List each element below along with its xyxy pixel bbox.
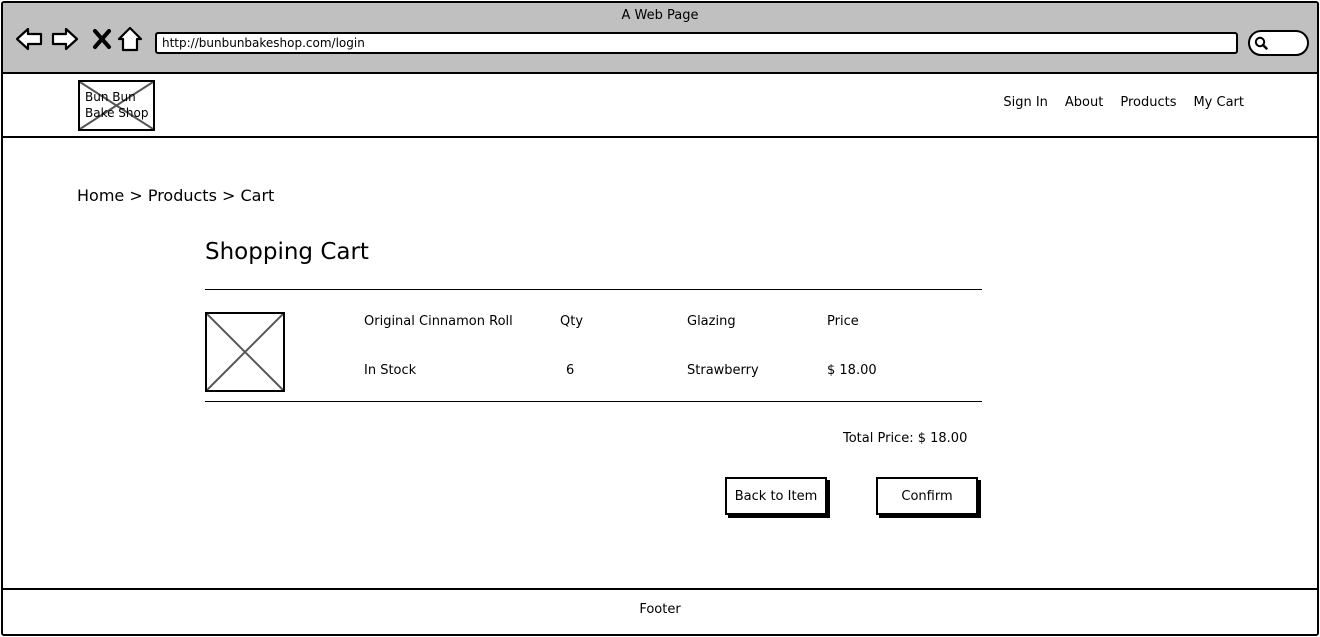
- price-value: $ 18.00: [827, 363, 877, 378]
- site-header: Bun Bun Bake Shop Sign In About Products…: [3, 74, 1317, 138]
- site-footer: Footer: [3, 588, 1317, 634]
- site-logo[interactable]: Bun Bun Bake Shop: [78, 80, 155, 131]
- search-icon: [1254, 36, 1268, 50]
- browser-search-field[interactable]: [1248, 30, 1309, 56]
- price-label: Price: [827, 314, 859, 329]
- home-icon[interactable]: [116, 25, 144, 53]
- nav-my-cart[interactable]: My Cart: [1193, 95, 1244, 110]
- logo-text: Bun Bun Bake Shop: [85, 90, 149, 120]
- total-price: Total Price: $ 18.00: [843, 431, 968, 446]
- breadcrumb[interactable]: Home > Products > Cart: [77, 186, 274, 205]
- stop-x-icon[interactable]: [89, 25, 117, 53]
- top-nav: Sign In About Products My Cart: [1003, 95, 1244, 110]
- product-image: [205, 312, 285, 392]
- page-title: Shopping Cart: [205, 239, 369, 265]
- qty-value: 6: [566, 363, 575, 378]
- back-arrow-icon[interactable]: [15, 25, 43, 53]
- stock-status: In Stock: [364, 363, 417, 378]
- divider-bottom: [205, 401, 982, 402]
- browser-window: A Web Page http://bunbunbakeshop.com/log…: [1, 1, 1319, 636]
- glazing-label: Glazing: [687, 314, 736, 329]
- browser-toolbar: A Web Page http://bunbunbakeshop.com/log…: [3, 3, 1317, 74]
- image-placeholder-icon: [207, 314, 283, 390]
- footer-text: Footer: [639, 602, 681, 617]
- nav-about[interactable]: About: [1065, 95, 1103, 110]
- confirm-button[interactable]: Confirm: [876, 477, 978, 515]
- back-to-item-button[interactable]: Back to Item: [725, 477, 827, 515]
- product-name: Original Cinnamon Roll: [364, 314, 513, 329]
- url-input[interactable]: http://bunbunbakeshop.com/login: [155, 32, 1238, 54]
- forward-arrow-icon[interactable]: [51, 25, 79, 53]
- nav-products[interactable]: Products: [1120, 95, 1176, 110]
- divider-top: [205, 289, 982, 290]
- glazing-value: Strawberry: [687, 363, 759, 378]
- nav-sign-in[interactable]: Sign In: [1003, 95, 1048, 110]
- qty-label: Qty: [560, 314, 584, 329]
- window-title: A Web Page: [621, 8, 699, 23]
